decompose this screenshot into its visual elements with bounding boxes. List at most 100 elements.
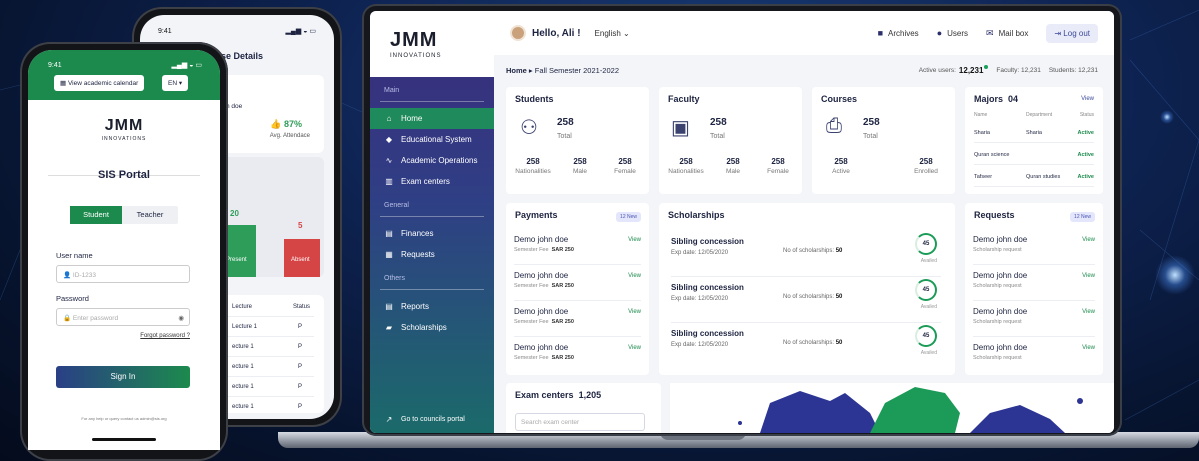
username-field[interactable]: 👤 ID-1233 <box>56 265 190 283</box>
sidebar-item-finances[interactable]: ▤ Finances <box>370 223 494 244</box>
avatar[interactable] <box>510 25 526 41</box>
sidebar-item-reports[interactable]: ▤ Reports <box>370 296 494 317</box>
stat-nationalities: 258 Nationalities <box>661 157 711 175</box>
fee-type: Semester Fee <box>514 247 549 253</box>
username-label: User name <box>56 251 93 260</box>
list-item[interactable]: Demo john doe Semester Fee SAR 250 View <box>514 229 641 265</box>
councils-portal-link[interactable]: ↗ Go to councils portal <box>370 411 465 427</box>
sidebar-item-label: Exam centers <box>401 177 450 186</box>
list-item[interactable]: Demo john doe Scholarship request View <box>973 337 1095 373</box>
stat-male: 258 Male <box>555 157 605 175</box>
requester-name: Demo john doe <box>973 343 1028 352</box>
exam-center-search-input[interactable]: Search exam center <box>515 413 645 431</box>
table-row[interactable]: Sharia Sharia Active <box>974 123 1094 143</box>
top-bar: Hello, Ali ! English ⌄ ■ Archives ● Users … <box>494 11 1114 55</box>
view-link[interactable]: View <box>628 237 641 243</box>
sidebar-item-requests[interactable]: ▦ Requests <box>370 244 494 265</box>
list-item[interactable]: Demo john doe Semester Fee SAR 250 View <box>514 337 641 373</box>
card-title: Exam centers 1,205 <box>515 390 601 400</box>
logout-button[interactable]: ⇥ Log out <box>1046 23 1098 43</box>
document-icon: ▤ <box>385 229 393 238</box>
view-link[interactable]: View <box>1081 96 1094 102</box>
wave-icon: ∿ <box>385 156 393 165</box>
student-icon: ⚇ <box>520 117 538 139</box>
sidebar-item-exam-centers[interactable]: ▥ Exam centers <box>370 171 494 192</box>
archives-button[interactable]: ■ Archives <box>878 28 919 38</box>
card-title: Requests <box>974 210 1015 220</box>
home-icon: ⌂ <box>386 114 392 123</box>
status-badge: Active <box>1077 129 1094 136</box>
view-link[interactable]: View <box>1082 237 1095 243</box>
sidebar-item-academic-operations[interactable]: ∿ Academic Operations <box>370 150 494 171</box>
academic-calendar-button[interactable]: ▦ View academic calendar <box>54 75 145 91</box>
list-item[interactable]: Demo john doe Semester Fee SAR 250 View <box>514 265 641 301</box>
divider <box>380 289 484 290</box>
sidebar-section-title: Main <box>384 87 400 94</box>
light-flare <box>1160 110 1174 124</box>
tab-teacher[interactable]: Teacher <box>122 206 178 224</box>
logout-icon: ⇥ <box>1054 28 1062 38</box>
eye-icon[interactable]: ◉ <box>178 314 184 322</box>
stat-value: 258 <box>919 157 933 166</box>
view-link[interactable]: View <box>628 273 641 279</box>
sidebar-item-scholarships[interactable]: ▰ Scholarships <box>370 317 494 338</box>
stat-label: Enrolled <box>914 168 938 175</box>
sidebar-item-label: Requests <box>401 250 435 259</box>
stat-enrolled: 258 Enrolled <box>901 157 951 175</box>
stat-label: Nationalities <box>515 168 551 175</box>
list-item[interactable]: Demo john doe Semester Fee SAR 250 View <box>514 301 641 337</box>
table-row[interactable]: Quran science Active <box>974 145 1094 165</box>
list-item[interactable]: Sibling concession Exp date: 12/05/2020 No… <box>671 231 941 277</box>
status-time: 9:41 <box>158 28 172 35</box>
stat-value: 258 <box>573 157 587 166</box>
dashboard-screen: JMM INNOVATIONS Main ⌂ Home ◆ Educational … <box>370 11 1114 433</box>
mailbox-label: Mail box <box>998 28 1029 38</box>
payments-card: Payments 12 New Demo john doe Semester Fe… <box>506 203 649 375</box>
tab-student[interactable]: Student <box>70 206 122 224</box>
stat-label: Male <box>725 168 741 175</box>
major-dept: Sharia <box>1026 129 1042 136</box>
attendance-label: Avg. Attendace <box>269 133 310 139</box>
world-map[interactable] <box>670 383 1114 433</box>
file-icon: ▦ <box>385 250 393 259</box>
list-item[interactable]: Sibling concession Exp date: 12/05/2020 No… <box>671 323 941 369</box>
faculty-card[interactable]: Faculty ▣ 258 Total 258 Nationalities 258… <box>659 87 802 194</box>
request-type: Scholarship request <box>973 283 1022 289</box>
language-select[interactable]: EN ▾ <box>162 75 189 91</box>
view-link[interactable]: View <box>628 309 641 315</box>
sidebar-item-educational-system[interactable]: ◆ Educational System <box>370 129 494 150</box>
courses-card[interactable]: Courses ⎙ 258 Total 258 Active 258 Enrolle… <box>812 87 955 194</box>
logo: JMM INNOVATIONS <box>28 117 220 142</box>
count-label: No of scholarships: <box>783 340 835 346</box>
list-item[interactable]: Demo john doe Scholarship request View <box>973 229 1095 265</box>
students-card[interactable]: Students ⚇ 258 Total 258 Nationalities 25… <box>506 87 649 194</box>
forgot-password-link[interactable]: Forgot password ? <box>140 333 190 339</box>
view-link[interactable]: View <box>628 345 641 351</box>
new-badge: 12 New <box>616 212 641 222</box>
stat-male: 258 Male <box>708 157 758 175</box>
major-name: Quran science <box>974 151 1010 158</box>
availed-label: Availed <box>920 350 937 356</box>
view-link[interactable]: View <box>1082 309 1095 315</box>
breadcrumb-home[interactable]: Home <box>506 66 527 75</box>
sidebar-section-title: Others <box>384 275 406 282</box>
list-item[interactable]: Demo john doe Scholarship request View <box>973 301 1095 337</box>
users-label: Users <box>947 28 969 38</box>
view-link[interactable]: View <box>1082 345 1095 351</box>
list-item[interactable]: Demo john doe Scholarship request View <box>973 265 1095 301</box>
password-field[interactable]: 🔒 Enter password ◉ <box>56 308 190 326</box>
users-button[interactable]: ● Users <box>937 28 968 38</box>
card-title: Courses <box>821 94 858 104</box>
table-row[interactable]: Tafseer Quran studies Active <box>974 167 1094 187</box>
payer-name: Demo john doe <box>514 271 569 280</box>
list-item[interactable]: Sibling concession Exp date: 12/05/2020 No… <box>671 277 941 323</box>
view-link[interactable]: View <box>1082 273 1095 279</box>
absent-label: Absent <box>291 257 310 263</box>
laptop-frame: JMM INNOVATIONS Main ⌂ Home ◆ Educational … <box>362 4 1122 436</box>
language-select[interactable]: English ⌄ <box>595 29 630 38</box>
logo[interactable]: JMM INNOVATIONS <box>370 11 494 77</box>
sidebar-item-home[interactable]: ⌂ Home <box>370 108 494 129</box>
mailbox-button[interactable]: ✉ Mail box <box>986 28 1028 39</box>
sign-in-button[interactable]: Sign In <box>56 366 190 388</box>
chevron-down-icon: ▾ <box>178 80 183 87</box>
